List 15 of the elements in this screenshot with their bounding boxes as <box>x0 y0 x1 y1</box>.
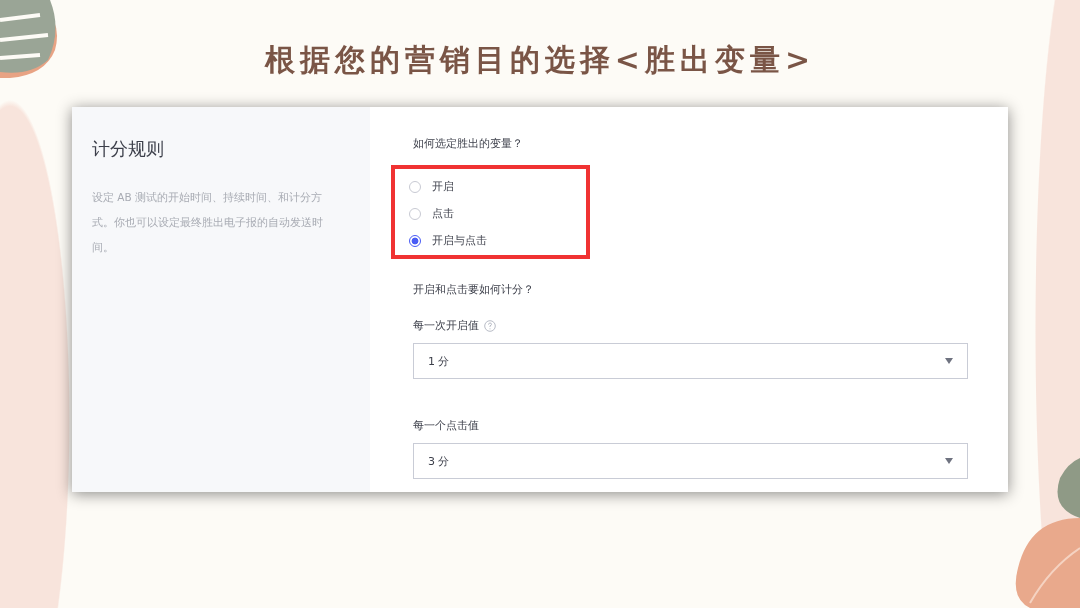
radio-option[interactable]: 开启 <box>409 177 572 197</box>
radio-option[interactable]: 点击 <box>409 204 572 224</box>
dropdown-field[interactable]: 3 分 <box>413 443 968 479</box>
radio-option[interactable]: 开启与点击 <box>409 231 572 251</box>
caret-icon <box>945 458 953 464</box>
slide-title: 根据您的营销目的选择<胜出变量> <box>264 41 816 79</box>
section-title: 计分规则 <box>92 137 165 161</box>
dropdown-field[interactable]: 1 分 <box>413 343 968 379</box>
section-description: 设定 AB 测试的开始时间、持续时间、和计分方式。你也可以设定最终胜出电子报的自动发送时间。 <box>92 190 324 255</box>
field-label: 每一个点击值 <box>413 419 479 433</box>
question-label: 开启和点击要如何计分？ <box>413 283 535 297</box>
field-label: 每一次开启值 <box>413 319 479 333</box>
help-icon[interactable] <box>484 320 496 332</box>
caret-icon <box>945 358 953 364</box>
question-label: 如何选定胜出的变量？ <box>413 137 524 151</box>
